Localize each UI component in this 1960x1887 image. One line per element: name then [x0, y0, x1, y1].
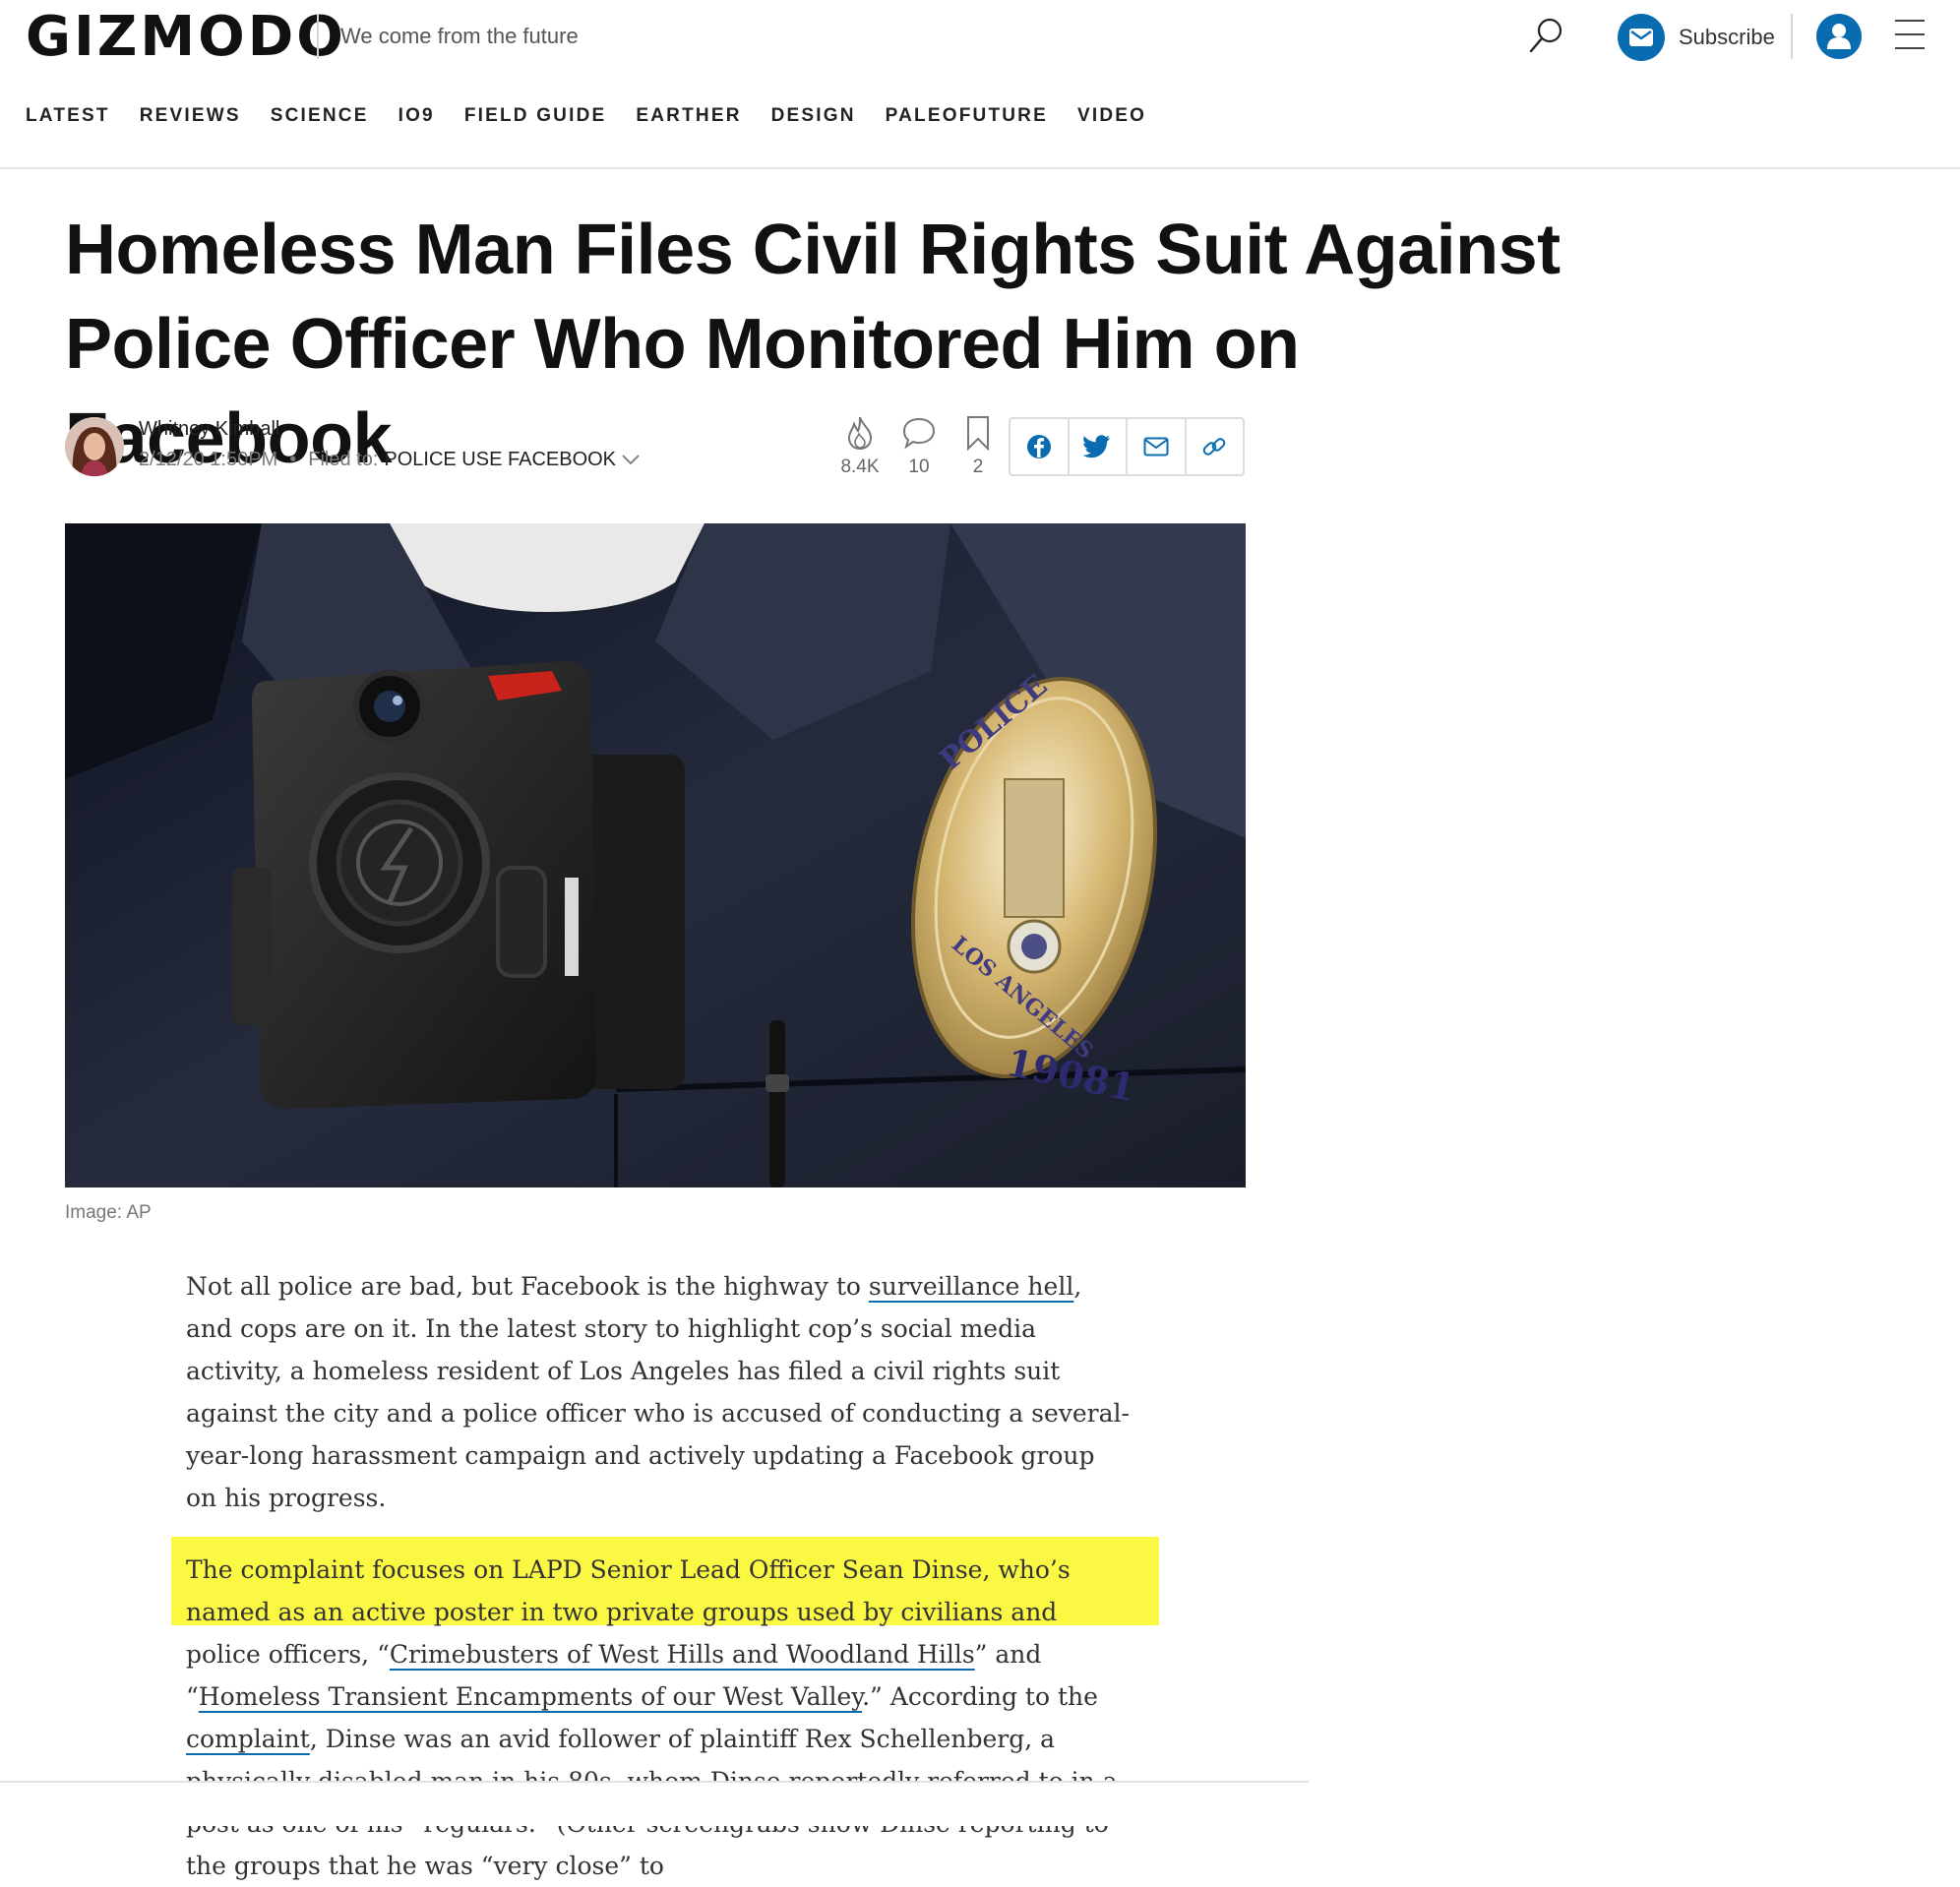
chevron-down-icon[interactable]: [622, 449, 640, 471]
hero-image: POLICE LOS ANGELES 19081: [65, 523, 1246, 1187]
menu-line: [1895, 33, 1925, 35]
page-bottom-rule: [0, 1781, 1309, 1783]
nav-item-reviews[interactable]: REVIEWS: [140, 102, 241, 132]
bookmark-icon: [967, 416, 989, 451]
nav-item-design[interactable]: DESIGN: [771, 102, 856, 132]
copy-link-button[interactable]: [1187, 419, 1244, 474]
paragraph-1: Not all police are bad, but Facebook is …: [186, 1265, 1131, 1519]
section-nav: LATEST REVIEWS SCIENCE IO9 FIELD GUIDE E…: [26, 102, 1176, 132]
reactions-count: 8.4K: [840, 457, 880, 477]
image-caption: Image: AP: [65, 1202, 152, 1223]
article-meta: 2/12/20 1:50PM • Filed to: POLICE USE FA…: [139, 449, 640, 471]
account-button[interactable]: [1816, 14, 1862, 59]
header-divider: [317, 14, 319, 59]
hamburger-menu-button[interactable]: [1895, 20, 1925, 53]
link-surveillance-hell[interactable]: surveillance hell: [869, 1272, 1073, 1301]
mail-icon: [1618, 14, 1665, 61]
text-span: , and cops are on it. In the latest stor…: [186, 1272, 1130, 1512]
publish-date: 2/12/20 1:50PM: [139, 449, 278, 470]
menu-line: [1895, 47, 1925, 49]
meta-separator: •: [289, 449, 297, 470]
user-icon: [1827, 24, 1851, 49]
nav-item-science[interactable]: SCIENCE: [271, 102, 369, 132]
site-header: GIZMODO We come from the future Subscrib…: [0, 0, 1960, 79]
text-span: Not all police are bad, but Facebook is …: [186, 1272, 869, 1301]
link-homeless-encampments-group[interactable]: Homeless Transient Encampments of our We…: [199, 1682, 862, 1711]
page-bottom-mask: [0, 1781, 1960, 1826]
nav-item-latest[interactable]: LATEST: [26, 102, 110, 132]
header-divider: [1791, 14, 1793, 59]
comments-count: 10: [908, 457, 930, 477]
nav-item-field-guide[interactable]: FIELD GUIDE: [464, 102, 607, 132]
link-complaint[interactable]: complaint: [186, 1725, 310, 1753]
subscribe-label: Subscribe: [1679, 25, 1775, 49]
share-facebook-button[interactable]: [1011, 419, 1070, 474]
nav-item-io9[interactable]: IO9: [398, 102, 435, 132]
flame-icon: [847, 416, 873, 451]
site-tagline: We come from the future: [340, 24, 579, 48]
author-name[interactable]: Whitney Kimball: [139, 418, 279, 441]
nav-item-paleofuture[interactable]: PALEOFUTURE: [886, 102, 1048, 132]
link-icon: [1202, 438, 1226, 456]
paragraph-2: The complaint focuses on LAPD Senior Lea…: [171, 1537, 1159, 1887]
comments-stat[interactable]: 10: [891, 415, 947, 478]
site-logo[interactable]: GIZMODO: [26, 8, 346, 67]
saves-stat[interactable]: 2: [950, 415, 1006, 478]
author-avatar[interactable]: [65, 417, 124, 476]
menu-line: [1895, 20, 1925, 22]
search-button[interactable]: [1527, 16, 1566, 55]
reactions-stat[interactable]: 8.4K: [832, 415, 888, 478]
filed-to-tag[interactable]: POLICE USE FACEBOOK: [384, 449, 616, 471]
nav-item-earther[interactable]: EARTHER: [636, 102, 741, 132]
paragraph-2-text: The complaint focuses on LAPD Senior Lea…: [186, 1555, 1118, 1880]
share-toolbar: [1009, 417, 1245, 476]
envelope-icon: [1143, 437, 1169, 457]
share-email-button[interactable]: [1128, 419, 1187, 474]
subscribe-button[interactable]: Subscribe: [1618, 12, 1775, 63]
twitter-icon: [1083, 435, 1111, 458]
search-icon: [1529, 18, 1562, 53]
text-span: .” According to the: [862, 1682, 1098, 1711]
share-twitter-button[interactable]: [1070, 419, 1128, 474]
saves-count: 2: [972, 457, 984, 477]
header-divider-line: [0, 167, 1960, 169]
comment-icon: [902, 417, 936, 450]
link-crimebusters-group[interactable]: Crimebusters of West Hills and Woodland …: [390, 1640, 975, 1669]
facebook-icon: [1026, 435, 1051, 458]
filed-to-label: Filed to:: [308, 449, 379, 470]
nav-item-video[interactable]: VIDEO: [1077, 102, 1146, 132]
